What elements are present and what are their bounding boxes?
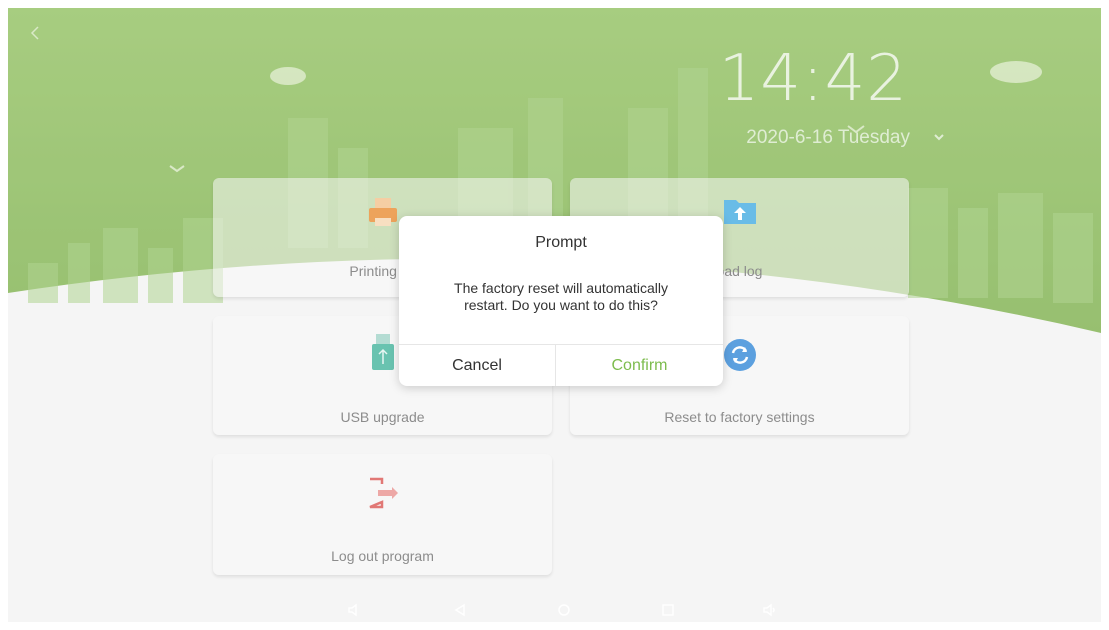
back-triangle-icon[interactable]	[450, 600, 470, 620]
dialog-title: Prompt	[535, 234, 587, 251]
navigation-bar	[8, 596, 1101, 622]
dialog-message-line2: restart. Do you want to do this?	[464, 297, 658, 313]
prompt-dialog: Prompt The factory reset will automatica…	[399, 216, 723, 386]
cancel-button[interactable]: Cancel	[399, 345, 555, 386]
recents-square-icon[interactable]	[658, 600, 678, 620]
volume-down-icon[interactable]	[344, 600, 364, 620]
app-screen: 14:42 2020-6-16 Tuesday Printing se oad …	[8, 8, 1101, 622]
dialog-message: The factory reset will automatically res…	[415, 280, 707, 314]
home-circle-icon[interactable]	[554, 600, 574, 620]
volume-up-icon[interactable]	[760, 600, 780, 620]
dialog-message-line1: The factory reset will automatically	[454, 280, 668, 296]
confirm-button[interactable]: Confirm	[556, 345, 723, 386]
